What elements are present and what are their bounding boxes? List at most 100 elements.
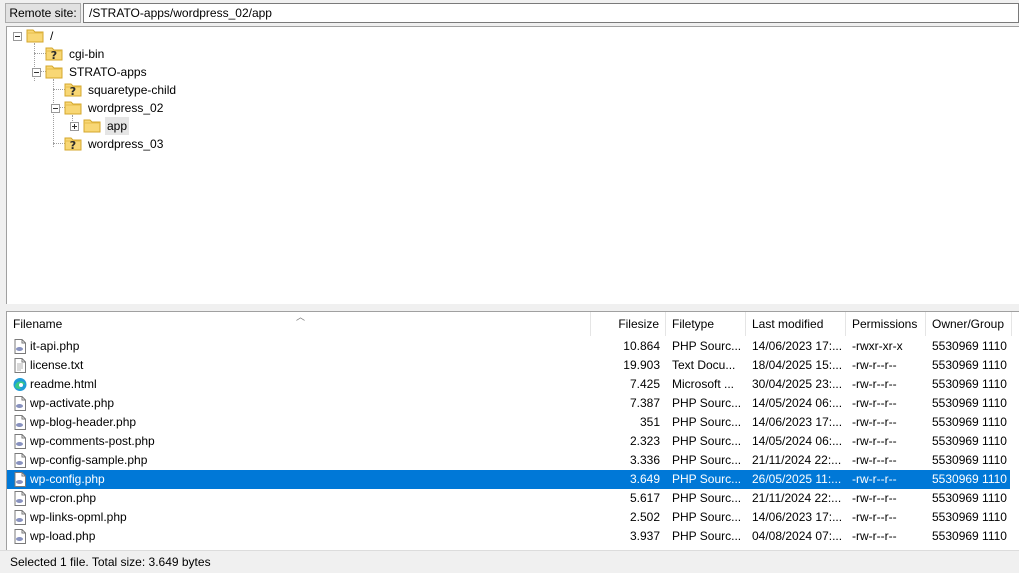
file-size: 2.323 — [629, 434, 660, 448]
file-permissions: -rw-r--r-- — [852, 491, 897, 505]
column-header-filetype[interactable]: Filetype — [666, 312, 746, 336]
remote-site-path-input[interactable]: /STRATO-apps/wordpress_02/app — [83, 3, 1019, 23]
file-name: wp-activate.php — [30, 396, 115, 410]
tree-node-squaretype-child[interactable]: ? squaretype-child — [64, 81, 364, 99]
svg-text:?: ? — [70, 139, 76, 151]
text-file-icon — [13, 358, 27, 373]
file-row[interactable]: readme.html 7.425 Microsoft ... 30/04/2025 … — [7, 375, 1010, 394]
file-size: 2.502 — [629, 510, 660, 524]
column-header-filesize[interactable]: Filesize — [591, 312, 666, 336]
file-size: 3.336 — [629, 453, 660, 467]
collapse-icon[interactable] — [51, 104, 60, 113]
file-permissions: -rwxr-xr-x — [852, 339, 903, 353]
folder-icon — [45, 64, 63, 79]
file-last-modified: 14/06/2023 17:... — [752, 415, 843, 429]
file-last-modified: 14/06/2023 17:... — [752, 339, 843, 353]
column-header-owner-group[interactable]: Owner/Group — [926, 312, 1012, 336]
file-type: PHP Sourc... — [672, 339, 742, 353]
file-permissions: -rw-r--r-- — [852, 377, 897, 391]
file-row[interactable]: wp-config.php 3.649 PHP Sourc... 26/05/2025… — [7, 470, 1010, 489]
file-last-modified: 21/11/2024 22:... — [752, 453, 842, 467]
tree-node-strato-apps[interactable]: STRATO-apps — [32, 63, 345, 81]
tree-node-cgi-bin[interactable]: ? cgi-bin — [45, 45, 345, 63]
file-owner-group: 5530969 1110 — [932, 358, 1007, 372]
file-size: 7.387 — [629, 396, 660, 410]
file-permissions: -rw-r--r-- — [852, 510, 897, 524]
file-last-modified: 30/04/2025 23:... — [752, 377, 843, 391]
collapse-icon[interactable] — [13, 32, 22, 41]
file-last-modified: 14/06/2023 17:... — [752, 510, 843, 524]
php-file-icon — [13, 434, 27, 449]
file-permissions: -rw-r--r-- — [852, 472, 897, 486]
file-owner-group: 5530969 1110 — [932, 510, 1007, 524]
file-size: 7.425 — [629, 377, 660, 391]
folder-unknown-icon: ? — [64, 82, 82, 98]
file-row[interactable]: wp-cron.php 5.617 PHP Sourc... 21/11/2024 2… — [7, 489, 1010, 508]
file-permissions: -rw-r--r-- — [852, 434, 897, 448]
tree-node-label: wordpress_02 — [88, 101, 164, 115]
column-header-permissions[interactable]: Permissions — [846, 312, 926, 336]
file-name: wp-config.php — [30, 472, 105, 486]
file-name: wp-blog-header.php — [30, 415, 137, 429]
file-row[interactable]: wp-links-opml.php 2.502 PHP Sourc... 14/06/… — [7, 508, 1010, 527]
column-header-last-modified[interactable]: Last modified — [746, 312, 846, 336]
php-file-icon — [13, 415, 27, 430]
file-owner-group: 5530969 1110 — [932, 472, 1007, 486]
tree-node-label: / — [50, 29, 54, 43]
php-file-icon — [13, 472, 27, 487]
expand-icon[interactable] — [70, 122, 79, 131]
file-last-modified: 21/11/2024 22:... — [752, 491, 842, 505]
file-permissions: -rw-r--r-- — [852, 453, 897, 467]
tree-node-label: squaretype-child — [88, 83, 177, 97]
file-size: 5.617 — [629, 491, 660, 505]
file-owner-group: 5530969 1110 — [932, 453, 1007, 467]
file-permissions: -rw-r--r-- — [852, 396, 897, 410]
file-type: PHP Sourc... — [672, 396, 742, 410]
php-file-icon — [13, 510, 27, 525]
file-row[interactable]: license.txt 19.903 Text Docu... 18/04/2025 … — [7, 356, 1010, 375]
file-type: PHP Sourc... — [672, 510, 742, 524]
remote-file-list[interactable]: Filename ︿ Filesize Filetype Last modifi… — [6, 311, 1019, 550]
file-owner-group: 5530969 1110 — [932, 491, 1007, 505]
file-type: PHP Sourc... — [672, 434, 742, 448]
tree-node-wordpress-02[interactable]: wordpress_02 — [51, 99, 364, 117]
file-last-modified: 14/05/2024 06:... — [752, 434, 843, 448]
file-size: 3.649 — [629, 472, 660, 486]
file-name: readme.html — [30, 377, 97, 391]
file-type: Microsoft ... — [672, 377, 735, 391]
file-size: 19.903 — [623, 358, 660, 372]
file-row[interactable]: wp-comments-post.php 2.323 PHP Sourc... 14/… — [7, 432, 1010, 451]
edge-html-icon — [13, 377, 27, 392]
tree-node-app[interactable]: app — [70, 117, 383, 135]
file-name: wp-comments-post.php — [30, 434, 155, 448]
file-row[interactable]: wp-activate.php 7.387 PHP Sourc... 14/05/20… — [7, 394, 1010, 413]
file-permissions: -rw-r--r-- — [852, 415, 897, 429]
tree-node-root[interactable]: / — [13, 27, 326, 45]
pane-splitter[interactable] — [0, 304, 1019, 311]
file-size: 3.937 — [629, 529, 660, 543]
tree-node-wordpress-03[interactable]: ? wordpress_03 — [64, 135, 364, 153]
file-row[interactable]: wp-config-sample.php 3.336 PHP Sourc... 21/… — [7, 451, 1010, 470]
file-row[interactable]: it-api.php 10.864 PHP Sourc... 14/06/2023 1… — [7, 337, 1010, 356]
file-name: license.txt — [30, 358, 84, 372]
file-permissions: -rw-r--r-- — [852, 529, 897, 543]
file-size: 351 — [639, 415, 660, 429]
file-type: PHP Sourc... — [672, 415, 742, 429]
file-type: PHP Sourc... — [672, 529, 742, 543]
folder-icon — [64, 100, 82, 115]
status-bar: Selected 1 file. Total size: 3.649 bytes — [0, 550, 1019, 573]
file-last-modified: 14/05/2024 06:... — [752, 396, 843, 410]
folder-unknown-icon: ? — [45, 46, 63, 62]
file-permissions: -rw-r--r-- — [852, 358, 897, 372]
file-owner-group: 5530969 1110 — [932, 377, 1007, 391]
file-row[interactable]: wp-load.php 3.937 PHP Sourc... 04/08/2024 0… — [7, 527, 1010, 546]
php-file-icon — [13, 491, 27, 506]
file-type: PHP Sourc... — [672, 472, 742, 486]
file-owner-group: 5530969 1110 — [932, 434, 1007, 448]
collapse-icon[interactable] — [32, 68, 41, 77]
php-file-icon — [13, 396, 27, 411]
php-file-icon — [13, 453, 27, 468]
file-row[interactable]: wp-blog-header.php 351 PHP Sourc... 14/06/2… — [7, 413, 1010, 432]
remote-directory-tree[interactable]: / ? cgi-bin STRATO-apps? squaretype-child wor… — [6, 26, 1019, 305]
remote-site-bar: Remote site: /STRATO-apps/wordpress_02/a… — [0, 0, 1019, 28]
